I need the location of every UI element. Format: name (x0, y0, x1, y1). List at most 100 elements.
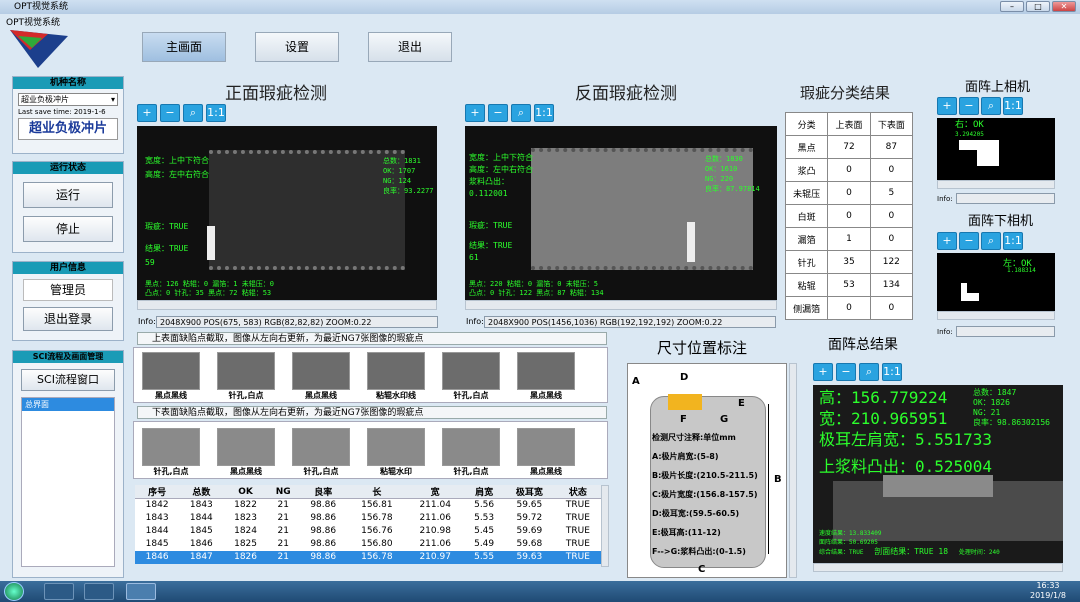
defect-thumb[interactable]: 粘辊水印线 (367, 352, 425, 400)
log-cell: 21 (277, 513, 289, 523)
defect-cell: 1 (827, 227, 871, 251)
maximize-button[interactable]: □ (1026, 1, 1050, 12)
table-row-selected[interactable]: 1846 1847 1826 21 98.86 156.78 210.97 5.55 59.63… (135, 550, 601, 564)
zoom-in-icon[interactable]: + (937, 97, 957, 115)
table-row[interactable]: 1842 1843 1822 21 98.86 156.81 211.04 5.56 59.65… (135, 499, 601, 512)
defect-thumb[interactable]: 针孔,白点 (442, 352, 500, 400)
opt-app-task[interactable] (126, 583, 156, 600)
area-paste-protrusion: 上浆料凸出：0.525004 (819, 457, 993, 476)
zoom-reset-icon[interactable]: 1:1 (1003, 232, 1023, 250)
front-camera-view[interactable]: 宽度：上中下符合 高度：左中右符合 瑕疵：TRUE 结果：TRUE 59 总数：… (137, 126, 437, 300)
network-task[interactable] (84, 583, 114, 600)
explorer-task[interactable] (44, 583, 74, 600)
zoom-out-icon[interactable]: − (959, 97, 979, 115)
sci-window-button[interactable]: SCI流程窗口 (21, 369, 115, 391)
log-header: NG (267, 485, 299, 499)
zoom-reset-icon[interactable]: 1:1 (206, 104, 226, 122)
dim-label-b: B (774, 474, 782, 485)
zoom-fit-icon[interactable]: ⌕ (859, 363, 879, 381)
area-result-view[interactable]: 高：156.779224 宽：210.965951 极耳左肩宽：5.551733… (813, 385, 1063, 563)
minimize-button[interactable]: – (1000, 1, 1024, 12)
front-ov-height: 高度：左中右符合 (145, 170, 209, 179)
log-vscroll[interactable] (601, 485, 609, 567)
upper-cam-view[interactable]: 右：OK 3.294205 (937, 118, 1055, 180)
defect-cell: 白斑 (784, 204, 829, 228)
defect-thumb[interactable]: 针孔,白点 (217, 352, 275, 400)
log-cell: 1825 (234, 539, 257, 549)
opt-logo (10, 30, 68, 68)
defect-thumb[interactable]: 黑点黑线 (142, 352, 200, 400)
area-hscroll[interactable] (813, 563, 1063, 572)
thumb-image (142, 352, 200, 390)
log-cell: 21 (277, 539, 289, 549)
zoom-in-icon[interactable]: + (813, 363, 833, 381)
defect-thumb[interactable]: 黑点黑线 (292, 352, 350, 400)
upper-defect-strip[interactable]: 黑点黑线 针孔,白点 黑点黑线 粘辊水印线 针孔,白点 黑点黑线 (133, 347, 608, 403)
back-camera-view[interactable]: 宽度：上中下符合 高度：左中右符合 浆料凸出： 0.112001 瑕疵：TRUE… (465, 126, 777, 300)
defect-thumb[interactable]: 黑点黑线 (517, 428, 575, 476)
sci-list-item[interactable]: 总界面 (22, 398, 114, 411)
clock-time: 16:33 (1036, 581, 1060, 590)
main-screen-button[interactable]: 主画面 (142, 32, 226, 62)
area-shoulder-width: 极耳左肩宽：5.551733 (819, 430, 993, 449)
zoom-in-icon[interactable]: + (137, 104, 157, 122)
zoom-fit-icon[interactable]: ⌕ (981, 97, 1001, 115)
log-cell: 59.68 (516, 539, 543, 549)
table-row[interactable]: 1845 1846 1825 21 98.86 156.80 211.06 5.49 59.68… (135, 538, 601, 551)
upper-strip-banner: 上表面缺陷点截取，图像从左向右更新，为最近NG7张图像的瑕疵点 (137, 332, 607, 345)
zoom-reset-icon[interactable]: 1:1 (534, 104, 554, 122)
run-status-panel: 运行状态 运行 停止 (12, 161, 124, 253)
dim-label-a: A (632, 376, 640, 387)
stop-button[interactable]: 停止 (23, 216, 113, 242)
defect-thumb[interactable]: 针孔,白点 (142, 428, 200, 476)
clock[interactable]: 16:33 2019/1/8 (1030, 581, 1066, 601)
zoom-out-icon[interactable]: − (959, 232, 979, 250)
run-button[interactable]: 运行 (23, 182, 113, 208)
zoom-fit-icon[interactable]: ⌕ (981, 232, 1001, 250)
log-cell: TRUE (565, 539, 590, 549)
defect-thumb[interactable]: 黑点黑线 (217, 428, 275, 476)
close-button[interactable]: ✕ (1052, 1, 1076, 12)
logout-button[interactable]: 退出登录 (23, 307, 113, 331)
zoom-fit-icon[interactable]: ⌕ (183, 104, 203, 122)
zoom-in-icon[interactable]: + (937, 232, 957, 250)
lower-defect-strip[interactable]: 针孔,白点 黑点黑线 针孔,白点 粘辊水印 针孔,白点 黑点黑线 (133, 421, 608, 479)
lower-hscroll[interactable] (937, 311, 1055, 320)
zoom-reset-icon[interactable]: 1:1 (882, 363, 902, 381)
zoom-out-icon[interactable]: − (488, 104, 508, 122)
zoom-out-icon[interactable]: − (836, 363, 856, 381)
start-button[interactable] (4, 582, 24, 601)
defect-thumb[interactable]: 粘辊水印 (367, 428, 425, 476)
table-row[interactable]: 1844 1845 1824 21 98.86 156.76 210.98 5.45 59.69… (135, 525, 601, 538)
exit-button[interactable]: 退出 (368, 32, 452, 62)
chevron-down-icon: ▾ (110, 95, 115, 104)
defect-row: 漏箔 1 0 (784, 227, 914, 251)
area-yield: 良率：98.86302156 (973, 418, 1050, 427)
front-hscroll[interactable] (137, 300, 437, 310)
settings-button[interactable]: 设置 (255, 32, 339, 62)
defect-cell: 未辊压 (784, 181, 829, 205)
log-cell: 59.65 (516, 500, 543, 511)
table-row[interactable]: 1843 1844 1823 21 98.86 156.78 211.06 5.53 59.72… (135, 512, 601, 525)
lower-zoom-toolbar: + − ⌕ 1:1 (937, 232, 1023, 250)
thumb-caption: 黑点黑线 (305, 391, 337, 400)
lower-cam-view[interactable]: 左：OK 1.188314 (937, 253, 1055, 311)
defect-thumb[interactable]: 黑点黑线 (517, 352, 575, 400)
upper-hscroll[interactable] (937, 180, 1055, 189)
model-select[interactable]: 超业负极冲片 ▾ (18, 93, 118, 106)
log-cell: 1824 (234, 526, 257, 536)
thumb-caption: 粘辊水印线 (376, 391, 416, 400)
log-header: 肩宽 (464, 485, 504, 499)
zoom-reset-icon[interactable]: 1:1 (1003, 97, 1023, 115)
thumb-caption: 黑点黑线 (530, 467, 562, 476)
defect-thumb[interactable]: 针孔,白点 (292, 428, 350, 476)
zoom-out-icon[interactable]: − (160, 104, 180, 122)
zoom-in-icon[interactable]: + (465, 104, 485, 122)
dim-vscroll[interactable] (789, 363, 797, 578)
back-hscroll[interactable] (465, 300, 777, 310)
log-cell: 1847 (179, 550, 224, 564)
defect-thumb[interactable]: 针孔,白点 (442, 428, 500, 476)
log-cell: 210.97 (406, 550, 465, 564)
zoom-fit-icon[interactable]: ⌕ (511, 104, 531, 122)
log-cell: 156.78 (361, 513, 393, 523)
